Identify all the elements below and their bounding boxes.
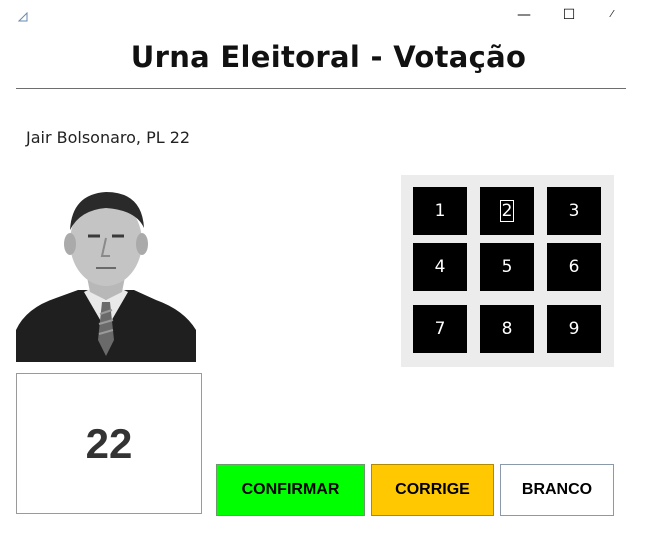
close-icon: ⁄ bbox=[611, 9, 613, 20]
keypad-key-7[interactable]: 7 bbox=[413, 305, 467, 353]
keypad-key-8[interactable]: 8 bbox=[480, 305, 534, 353]
keypad-key-6[interactable]: 6 bbox=[547, 243, 601, 291]
keypad-key-1[interactable]: 1 bbox=[413, 187, 467, 235]
keypad-key-5[interactable]: 5 bbox=[480, 243, 534, 291]
branco-button[interactable]: BRANCO bbox=[500, 464, 614, 516]
candidate-label: Jair Bolsonaro, PL 22 bbox=[26, 128, 191, 147]
keypad-key-2[interactable]: 2 bbox=[480, 187, 534, 235]
app-icon bbox=[18, 12, 28, 22]
candidate-photo bbox=[16, 180, 196, 362]
keypad-key-3[interactable]: 3 bbox=[547, 187, 601, 235]
keypad-panel: 1 2 3 4 5 6 7 8 9 bbox=[401, 175, 614, 367]
title-divider bbox=[16, 88, 626, 89]
confirm-button[interactable]: CONFIRMAR bbox=[216, 464, 365, 516]
keypad-key-4[interactable]: 4 bbox=[413, 243, 467, 291]
keypad-key-9[interactable]: 9 bbox=[547, 305, 601, 353]
minimize-button[interactable]: — bbox=[513, 4, 535, 26]
minimize-icon: — bbox=[517, 7, 531, 23]
maximize-icon: ☐ bbox=[562, 7, 576, 23]
corrige-button[interactable]: CORRIGE bbox=[371, 464, 494, 516]
maximize-button[interactable]: ☐ bbox=[558, 4, 580, 26]
page-title: Urna Eleitoral - Votação bbox=[130, 40, 527, 74]
close-button[interactable]: ⁄ bbox=[601, 4, 623, 26]
vote-number-display: 22 bbox=[16, 373, 202, 514]
